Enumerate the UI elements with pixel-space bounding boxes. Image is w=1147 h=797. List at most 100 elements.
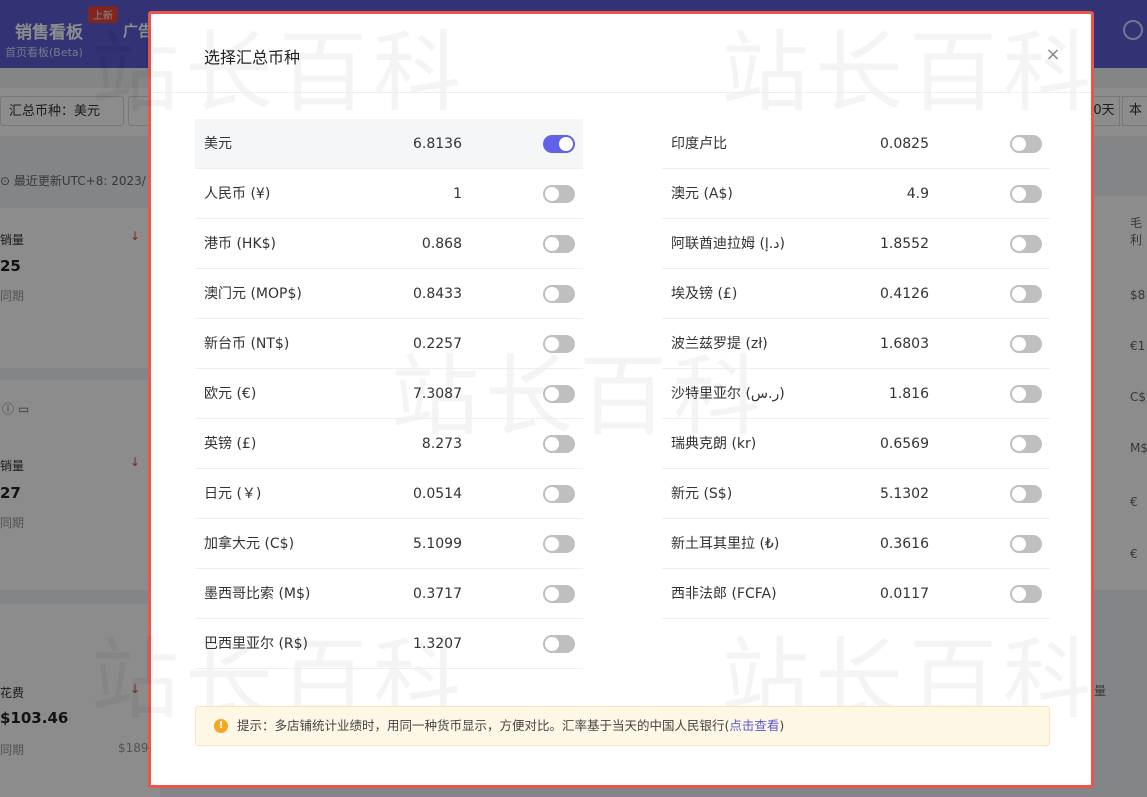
currency-name: 美元 <box>204 136 232 152</box>
currency-toggle[interactable] <box>543 285 575 303</box>
currency-toggle[interactable] <box>543 385 575 403</box>
currency-row[interactable]: 墨西哥比索 (M$) 0.3717 <box>195 569 583 619</box>
currency-row[interactable]: 人民币 (¥) 1 <box>195 169 583 219</box>
currency-name: 新台币 (NT$) <box>204 336 290 352</box>
currency-row[interactable]: 西非法郎 (FCFA) 0.0117 <box>662 569 1050 619</box>
toggle-knob <box>1012 537 1026 551</box>
currency-row[interactable]: 沙特里亚尔 (ر.س) 1.816 <box>662 369 1050 419</box>
exchange-rate: 0.3616 <box>880 536 929 552</box>
exchange-rate: 8.273 <box>421 436 462 452</box>
currency-toggle[interactable] <box>543 585 575 603</box>
currency-row[interactable]: 新元 (S$) 5.1302 <box>662 469 1050 519</box>
currency-row[interactable]: 瑞典克朗 (kr) 0.6569 <box>662 419 1050 469</box>
currency-name: 欧元 (€) <box>204 386 257 402</box>
toggle-knob <box>1012 137 1026 151</box>
currency-row[interactable]: 波兰兹罗提 (zł) 1.6803 <box>662 319 1050 369</box>
currency-toggle[interactable] <box>543 335 575 353</box>
exchange-rate: 0.0825 <box>880 136 929 152</box>
currency-row[interactable]: 港币 (HK$) 0.868 <box>195 219 583 269</box>
toggle-knob <box>545 387 559 401</box>
toggle-knob <box>1012 487 1026 501</box>
currency-name: 澳元 (A$) <box>671 186 733 202</box>
currency-name: 港币 (HK$) <box>204 236 276 252</box>
currency-toggle[interactable] <box>1010 385 1042 403</box>
currency-row[interactable]: 日元 (￥) 0.0514 <box>195 469 583 519</box>
exchange-rate: 6.8136 <box>413 136 462 152</box>
currency-toggle[interactable] <box>1010 435 1042 453</box>
toggle-knob <box>545 487 559 501</box>
modal-title: 选择汇总币种 <box>204 48 301 67</box>
currency-row[interactable]: 美元 6.8136 <box>195 119 583 169</box>
toggle-knob <box>1012 237 1026 251</box>
currency-toggle[interactable] <box>1010 235 1042 253</box>
notice-suffix: ) <box>779 718 785 733</box>
exchange-rate: 1.6803 <box>880 336 929 352</box>
currency-row[interactable]: 新土耳其里拉 (₺) 0.3616 <box>662 519 1050 569</box>
currency-toggle[interactable] <box>1010 585 1042 603</box>
currency-name: 瑞典克朗 (kr) <box>671 436 757 452</box>
notice-text: 提示：多店铺统计业绩时，用同一种货币显示，方便对比。汇率基于当天的中国人民银行(… <box>237 707 784 745</box>
currency-toggle[interactable] <box>543 535 575 553</box>
currency-row[interactable]: 阿联酋迪拉姆 (د.إ) 1.8552 <box>662 219 1050 269</box>
exchange-rate: 0.6569 <box>880 436 929 452</box>
exchange-rate: 0.4126 <box>880 286 929 302</box>
currency-toggle[interactable] <box>543 635 575 653</box>
exchange-rate: 4.9 <box>906 186 929 202</box>
toggle-knob <box>559 137 573 151</box>
toggle-knob <box>1012 287 1026 301</box>
currency-toggle[interactable] <box>1010 335 1042 353</box>
currency-toggle[interactable] <box>543 435 575 453</box>
toggle-knob <box>1012 337 1026 351</box>
currency-toggle[interactable] <box>1010 135 1042 153</box>
currency-name: 西非法郎 (FCFA) <box>671 586 777 602</box>
currency-row[interactable]: 巴西里亚尔 (R$) 1.3207 <box>195 619 583 669</box>
exchange-rate: 1.8552 <box>880 236 929 252</box>
currency-toggle[interactable] <box>1010 485 1042 503</box>
exchange-rate: 0.0514 <box>413 486 462 502</box>
currency-toggle[interactable] <box>1010 185 1042 203</box>
currency-row[interactable]: 英镑 (£) 8.273 <box>195 419 583 469</box>
toggle-knob <box>1012 387 1026 401</box>
watermark: 站长百科 <box>721 2 1097 129</box>
toggle-knob <box>1012 437 1026 451</box>
currency-toggle[interactable] <box>1010 285 1042 303</box>
toggle-knob <box>545 537 559 551</box>
currency-name: 巴西里亚尔 (R$) <box>204 636 309 652</box>
currency-name: 印度卢比 <box>671 136 727 152</box>
currency-row[interactable]: 澳元 (A$) 4.9 <box>662 169 1050 219</box>
toggle-knob <box>545 637 559 651</box>
toggle-knob <box>1012 587 1026 601</box>
toggle-knob <box>1012 187 1026 201</box>
currency-row[interactable]: 欧元 (€) 7.3087 <box>195 369 583 419</box>
exchange-rate: 0.0117 <box>880 586 929 602</box>
close-icon[interactable]: × <box>1042 44 1064 66</box>
currency-row[interactable]: 加拿大元 (C$) 5.1099 <box>195 519 583 569</box>
currency-name: 澳门元 (MOP$) <box>204 286 302 302</box>
currency-name: 埃及镑 (£) <box>671 286 738 302</box>
toggle-knob <box>545 287 559 301</box>
currency-row[interactable]: 印度卢比 0.0825 <box>662 119 1050 169</box>
currency-toggle[interactable] <box>1010 535 1042 553</box>
currency-toggle[interactable] <box>543 235 575 253</box>
currency-toggle[interactable] <box>543 185 575 203</box>
info-icon: ! <box>214 719 228 733</box>
notice-link[interactable]: 点击查看 <box>729 718 779 733</box>
exchange-rate: 1.3207 <box>413 636 462 652</box>
currency-name: 波兰兹罗提 (zł) <box>671 336 768 352</box>
currency-name: 人民币 (¥) <box>204 186 271 202</box>
currency-toggle[interactable] <box>543 135 575 153</box>
currency-toggle[interactable] <box>543 485 575 503</box>
currency-name: 英镑 (£) <box>204 436 257 452</box>
currency-list-right: 印度卢比 0.0825 澳元 (A$) 4.9 阿联酋迪拉姆 (د.إ) 1.8552 埃及… <box>662 119 1050 619</box>
currency-row[interactable]: 新台币 (NT$) 0.2257 <box>195 319 583 369</box>
exchange-rate: 0.8433 <box>413 286 462 302</box>
currency-name: 阿联酋迪拉姆 (د.إ) <box>671 236 785 252</box>
exchange-rate: 0.3717 <box>413 586 462 602</box>
currency-row[interactable]: 埃及镑 (£) 0.4126 <box>662 269 1050 319</box>
exchange-rate: 5.1099 <box>413 536 462 552</box>
currency-name: 日元 (￥) <box>204 486 262 502</box>
currency-row[interactable]: 澳门元 (MOP$) 0.8433 <box>195 269 583 319</box>
exchange-rate: 5.1302 <box>880 486 929 502</box>
exchange-rate: 1 <box>453 186 462 202</box>
exchange-rate: 1.816 <box>888 386 929 402</box>
